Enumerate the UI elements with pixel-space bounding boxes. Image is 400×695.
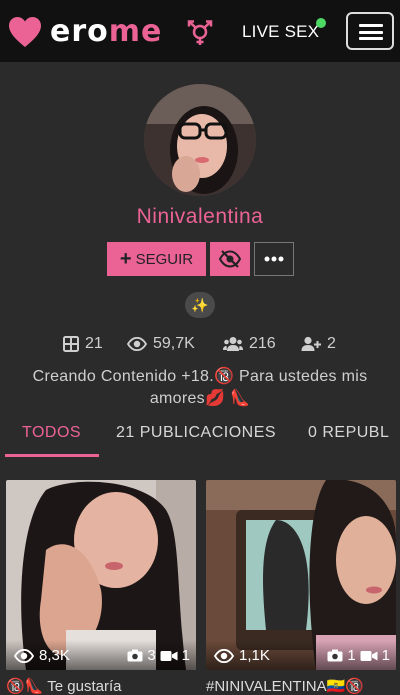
heart-logo-icon[interactable] <box>8 16 42 48</box>
menu-bar <box>359 37 383 40</box>
content-tabs: TODOS 21 PUBLICACIONES 0 REPUBL <box>0 420 400 458</box>
views-count: 59,7K <box>153 335 195 352</box>
card-views: 1,1K <box>214 647 270 664</box>
album-title[interactable]: 🔞👠 Te gustaría <box>6 677 196 695</box>
gender-icon[interactable] <box>186 20 214 46</box>
followers-count: 216 <box>249 335 276 352</box>
album-card[interactable]: 8,3K 3 1 <box>6 480 196 670</box>
menu-bar <box>359 30 383 34</box>
bio-line: Creando Contenido +18.🔞 Para ustedes mis <box>32 368 368 385</box>
active-tab-indicator <box>5 454 99 457</box>
card-views-count: 1,1K <box>239 647 270 664</box>
card-photo-count: 1 <box>347 647 356 664</box>
eye-icon <box>214 648 234 663</box>
camera-icon <box>327 649 343 662</box>
logo-text-white: ero <box>50 14 109 49</box>
tab-posts[interactable]: 21 PUBLICACIONES <box>116 424 276 442</box>
live-sex-link[interactable]: LIVE SEX <box>242 22 319 42</box>
more-options-button[interactable] <box>254 242 294 276</box>
video-icon <box>160 650 178 661</box>
video-icon <box>360 650 378 661</box>
tab-reposts[interactable]: 0 REPUBL <box>308 424 389 442</box>
album-title[interactable]: #NINIVALENTINA🇪🇨🔞 <box>206 677 396 695</box>
following-count: 2 <box>327 335 336 352</box>
camera-icon <box>127 649 143 662</box>
tab-all[interactable]: TODOS <box>22 424 81 442</box>
album-card[interactable]: 1,1K 1 1 <box>206 480 396 670</box>
hide-user-button[interactable] <box>210 242 250 276</box>
ellipsis-icon <box>264 256 284 262</box>
profile-bio: Creando Contenido +18.🔞 Para ustedes mis… <box>10 366 390 410</box>
eye-icon <box>127 337 147 351</box>
eye-slash-icon <box>219 250 241 268</box>
logo-text-pink: me <box>108 14 163 49</box>
avatar-photo <box>144 84 256 196</box>
sparkle-badge[interactable]: ✨ <box>185 292 215 318</box>
card-photo-count: 3 <box>147 647 156 664</box>
menu-bar <box>359 24 383 27</box>
views-stat: 59,7K <box>127 333 195 355</box>
follow-button[interactable]: + SEGUIR <box>107 242 206 276</box>
live-status-dot <box>316 18 326 28</box>
bio-line: amores💋 👠 <box>149 390 251 407</box>
card-video-count: 1 <box>381 647 390 664</box>
profile-avatar[interactable] <box>144 84 256 196</box>
card-media-counts: 1 1 <box>327 647 390 664</box>
eye-icon <box>14 648 34 663</box>
card-views-count: 8,3K <box>39 647 70 664</box>
profile-username: Ninivalentina <box>136 205 264 228</box>
card-views: 8,3K <box>14 647 70 664</box>
plus-icon: + <box>119 248 132 270</box>
top-bar: erome LIVE SEX <box>0 0 400 62</box>
followers-stat[interactable]: 216 <box>223 333 276 355</box>
albums-stat: 21 <box>63 333 103 355</box>
album-grid-icon <box>63 336 79 352</box>
card-media-counts: 3 1 <box>127 647 190 664</box>
profile-stats: 21 59,7K 216 2 <box>0 333 400 355</box>
users-icon <box>223 337 243 351</box>
user-plus-icon <box>301 336 321 351</box>
albums-count: 21 <box>85 335 103 352</box>
follow-button-label: SEGUIR <box>135 250 194 268</box>
logo-text[interactable]: erome <box>50 14 162 49</box>
card-video-count: 1 <box>181 647 190 664</box>
following-stat[interactable]: 2 <box>301 333 336 355</box>
hamburger-menu-button[interactable] <box>346 12 394 50</box>
